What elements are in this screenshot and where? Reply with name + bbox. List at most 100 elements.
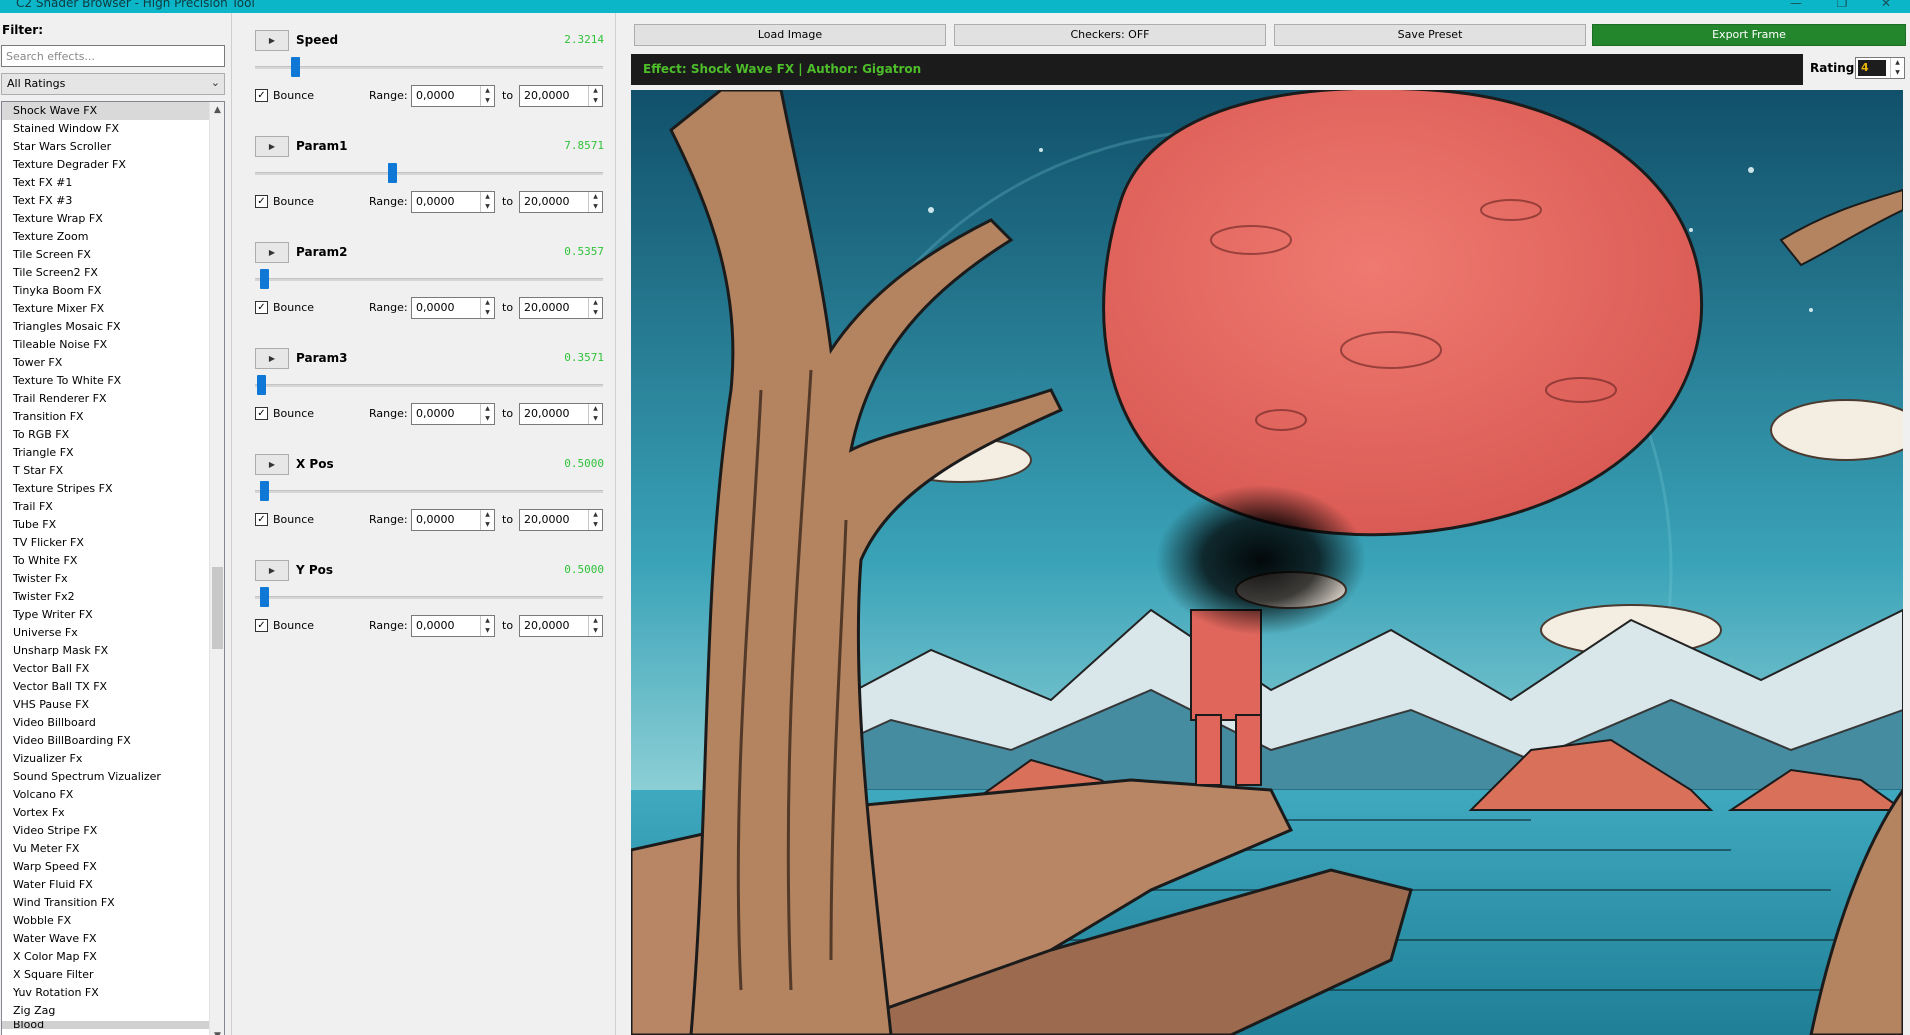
- spin-arrows-icon[interactable]: ▲ ▼: [1890, 58, 1904, 78]
- effect-list-item[interactable]: X Square Filter: [2, 966, 210, 984]
- param-slider-track[interactable]: [255, 384, 603, 387]
- spin-arrows-icon[interactable]: ▲ ▼: [588, 86, 602, 106]
- spin-arrows-icon[interactable]: ▲ ▼: [588, 298, 602, 318]
- effect-list-item[interactable]: Tinyka Boom FX: [2, 282, 210, 300]
- effect-list-item[interactable]: Tube FX: [2, 516, 210, 534]
- param-slider-handle[interactable]: [388, 163, 397, 183]
- effect-list-item[interactable]: Triangle FX: [2, 444, 210, 462]
- range-to-spinbox[interactable]: 20,0000 ▲ ▼: [519, 85, 603, 107]
- scrollbar-thumb[interactable]: [212, 567, 223, 649]
- close-icon[interactable]: ✕: [1876, 0, 1896, 10]
- effect-list-item[interactable]: Unsharp Mask FX: [2, 642, 210, 660]
- spin-arrows-icon[interactable]: ▲ ▼: [588, 404, 602, 424]
- range-to-spinbox[interactable]: 20,0000 ▲ ▼: [519, 297, 603, 319]
- shader-preview-canvas[interactable]: [631, 90, 1903, 1035]
- effect-list-item[interactable]: Video BillBoarding FX: [2, 732, 210, 750]
- effect-list-item[interactable]: T Star FX: [2, 462, 210, 480]
- load-image-button[interactable]: Load Image: [634, 24, 946, 46]
- range-from-spinbox[interactable]: 0,0000 ▲ ▼: [411, 191, 495, 213]
- range-to-value[interactable]: 20,0000: [524, 301, 570, 314]
- effect-list-item[interactable]: Tile Screen2 FX: [2, 264, 210, 282]
- effect-list-item[interactable]: Twister Fx2: [2, 588, 210, 606]
- effect-list-item[interactable]: Texture Degrader FX: [2, 156, 210, 174]
- effect-list-item[interactable]: Text FX #1: [2, 174, 210, 192]
- param-slider-track[interactable]: [255, 596, 603, 599]
- param-slider-handle[interactable]: [260, 269, 269, 289]
- minimize-icon[interactable]: —: [1786, 0, 1806, 10]
- list-scrollbar[interactable]: ▲ ▼: [209, 102, 224, 1035]
- range-to-spinbox[interactable]: 20,0000 ▲ ▼: [519, 615, 603, 637]
- spin-arrows-icon[interactable]: ▲ ▼: [588, 192, 602, 212]
- scroll-down-icon[interactable]: ▼: [210, 1028, 224, 1035]
- bounce-checkbox[interactable]: ✓: [255, 619, 268, 632]
- save-preset-button[interactable]: Save Preset: [1274, 24, 1586, 46]
- spin-arrows-icon[interactable]: ▲ ▼: [480, 298, 494, 318]
- param-slider-handle[interactable]: [260, 587, 269, 607]
- param-slider-track[interactable]: [255, 278, 603, 281]
- effect-list-item[interactable]: Tile Screen FX: [2, 246, 210, 264]
- effect-list-item[interactable]: Texture Wrap FX: [2, 210, 210, 228]
- export-frame-button[interactable]: Export Frame: [1592, 24, 1906, 46]
- rating-spinbox[interactable]: 4 ▲ ▼: [1855, 57, 1905, 79]
- effect-list-item[interactable]: Volcano FX: [2, 786, 210, 804]
- param-slider-track[interactable]: [255, 66, 603, 69]
- range-from-value[interactable]: 0,0000: [416, 513, 455, 526]
- scroll-up-icon[interactable]: ▲: [210, 102, 224, 118]
- range-from-value[interactable]: 0,0000: [416, 89, 455, 102]
- bounce-checkbox[interactable]: ✓: [255, 89, 268, 102]
- effect-list-item[interactable]: Warp Speed FX: [2, 858, 210, 876]
- effect-list-item[interactable]: Trail FX: [2, 498, 210, 516]
- bounce-checkbox[interactable]: ✓: [255, 195, 268, 208]
- effect-list-item[interactable]: Vizualizer Fx: [2, 750, 210, 768]
- effect-list-item[interactable]: Type Writer FX: [2, 606, 210, 624]
- spin-arrows-icon[interactable]: ▲ ▼: [480, 616, 494, 636]
- range-from-spinbox[interactable]: 0,0000 ▲ ▼: [411, 403, 495, 425]
- effect-list-item[interactable]: Wobble FX: [2, 912, 210, 930]
- param-slider-track[interactable]: [255, 172, 603, 175]
- effect-list-item[interactable]: Transition FX: [2, 408, 210, 426]
- effect-list-item[interactable]: Vu Meter FX: [2, 840, 210, 858]
- effect-list-item[interactable]: Tileable Noise FX: [2, 336, 210, 354]
- effect-list-item[interactable]: Video Stripe FX: [2, 822, 210, 840]
- range-from-spinbox[interactable]: 0,0000 ▲ ▼: [411, 85, 495, 107]
- play-param-button[interactable]: ▶: [255, 560, 289, 581]
- effect-list-item[interactable]: Texture To White FX: [2, 372, 210, 390]
- effect-list-item[interactable]: Water Fluid FX: [2, 876, 210, 894]
- bounce-checkbox[interactable]: ✓: [255, 407, 268, 420]
- effect-list-item[interactable]: Star Wars Scroller: [2, 138, 210, 156]
- effect-list-item[interactable]: Texture Mixer FX: [2, 300, 210, 318]
- range-from-spinbox[interactable]: 0,0000 ▲ ▼: [411, 615, 495, 637]
- range-to-value[interactable]: 20,0000: [524, 407, 570, 420]
- effect-list-item[interactable]: Yuv Rotation FX: [2, 984, 210, 1002]
- effect-list-item[interactable]: Water Wave FX: [2, 930, 210, 948]
- effect-list-item[interactable]: VHS Pause FX: [2, 696, 210, 714]
- play-param-button[interactable]: ▶: [255, 242, 289, 263]
- effect-list-item[interactable]: Text FX #3: [2, 192, 210, 210]
- checkers-toggle-button[interactable]: Checkers: OFF: [954, 24, 1266, 46]
- effect-list-item[interactable]: TV Flicker FX: [2, 534, 210, 552]
- effect-list-item[interactable]: Vortex Fx: [2, 804, 210, 822]
- spin-arrows-icon[interactable]: ▲ ▼: [480, 192, 494, 212]
- effect-list-item[interactable]: Universe Fx: [2, 624, 210, 642]
- range-to-value[interactable]: 20,0000: [524, 195, 570, 208]
- spin-arrows-icon[interactable]: ▲ ▼: [480, 86, 494, 106]
- effect-list-item[interactable]: To White FX: [2, 552, 210, 570]
- effect-list-item[interactable]: Blood: [2, 1021, 210, 1029]
- effect-list-item[interactable]: Stained Window FX: [2, 120, 210, 138]
- play-param-button[interactable]: ▶: [255, 136, 289, 157]
- effect-list-item[interactable]: Texture Zoom: [2, 228, 210, 246]
- range-to-spinbox[interactable]: 20,0000 ▲ ▼: [519, 191, 603, 213]
- effect-list-item[interactable]: Trail Renderer FX: [2, 390, 210, 408]
- param-slider-handle[interactable]: [260, 481, 269, 501]
- bounce-checkbox[interactable]: ✓: [255, 513, 268, 526]
- param-slider-handle[interactable]: [257, 375, 266, 395]
- range-to-value[interactable]: 20,0000: [524, 89, 570, 102]
- effect-list-item[interactable]: Vector Ball TX FX: [2, 678, 210, 696]
- maximize-icon[interactable]: ❐: [1832, 0, 1852, 10]
- effect-list-item[interactable]: Texture Stripes FX: [2, 480, 210, 498]
- effect-list-item[interactable]: Video Billboard: [2, 714, 210, 732]
- param-slider-handle[interactable]: [291, 57, 300, 77]
- range-to-value[interactable]: 20,0000: [524, 513, 570, 526]
- range-to-value[interactable]: 20,0000: [524, 619, 570, 632]
- param-slider-track[interactable]: [255, 490, 603, 493]
